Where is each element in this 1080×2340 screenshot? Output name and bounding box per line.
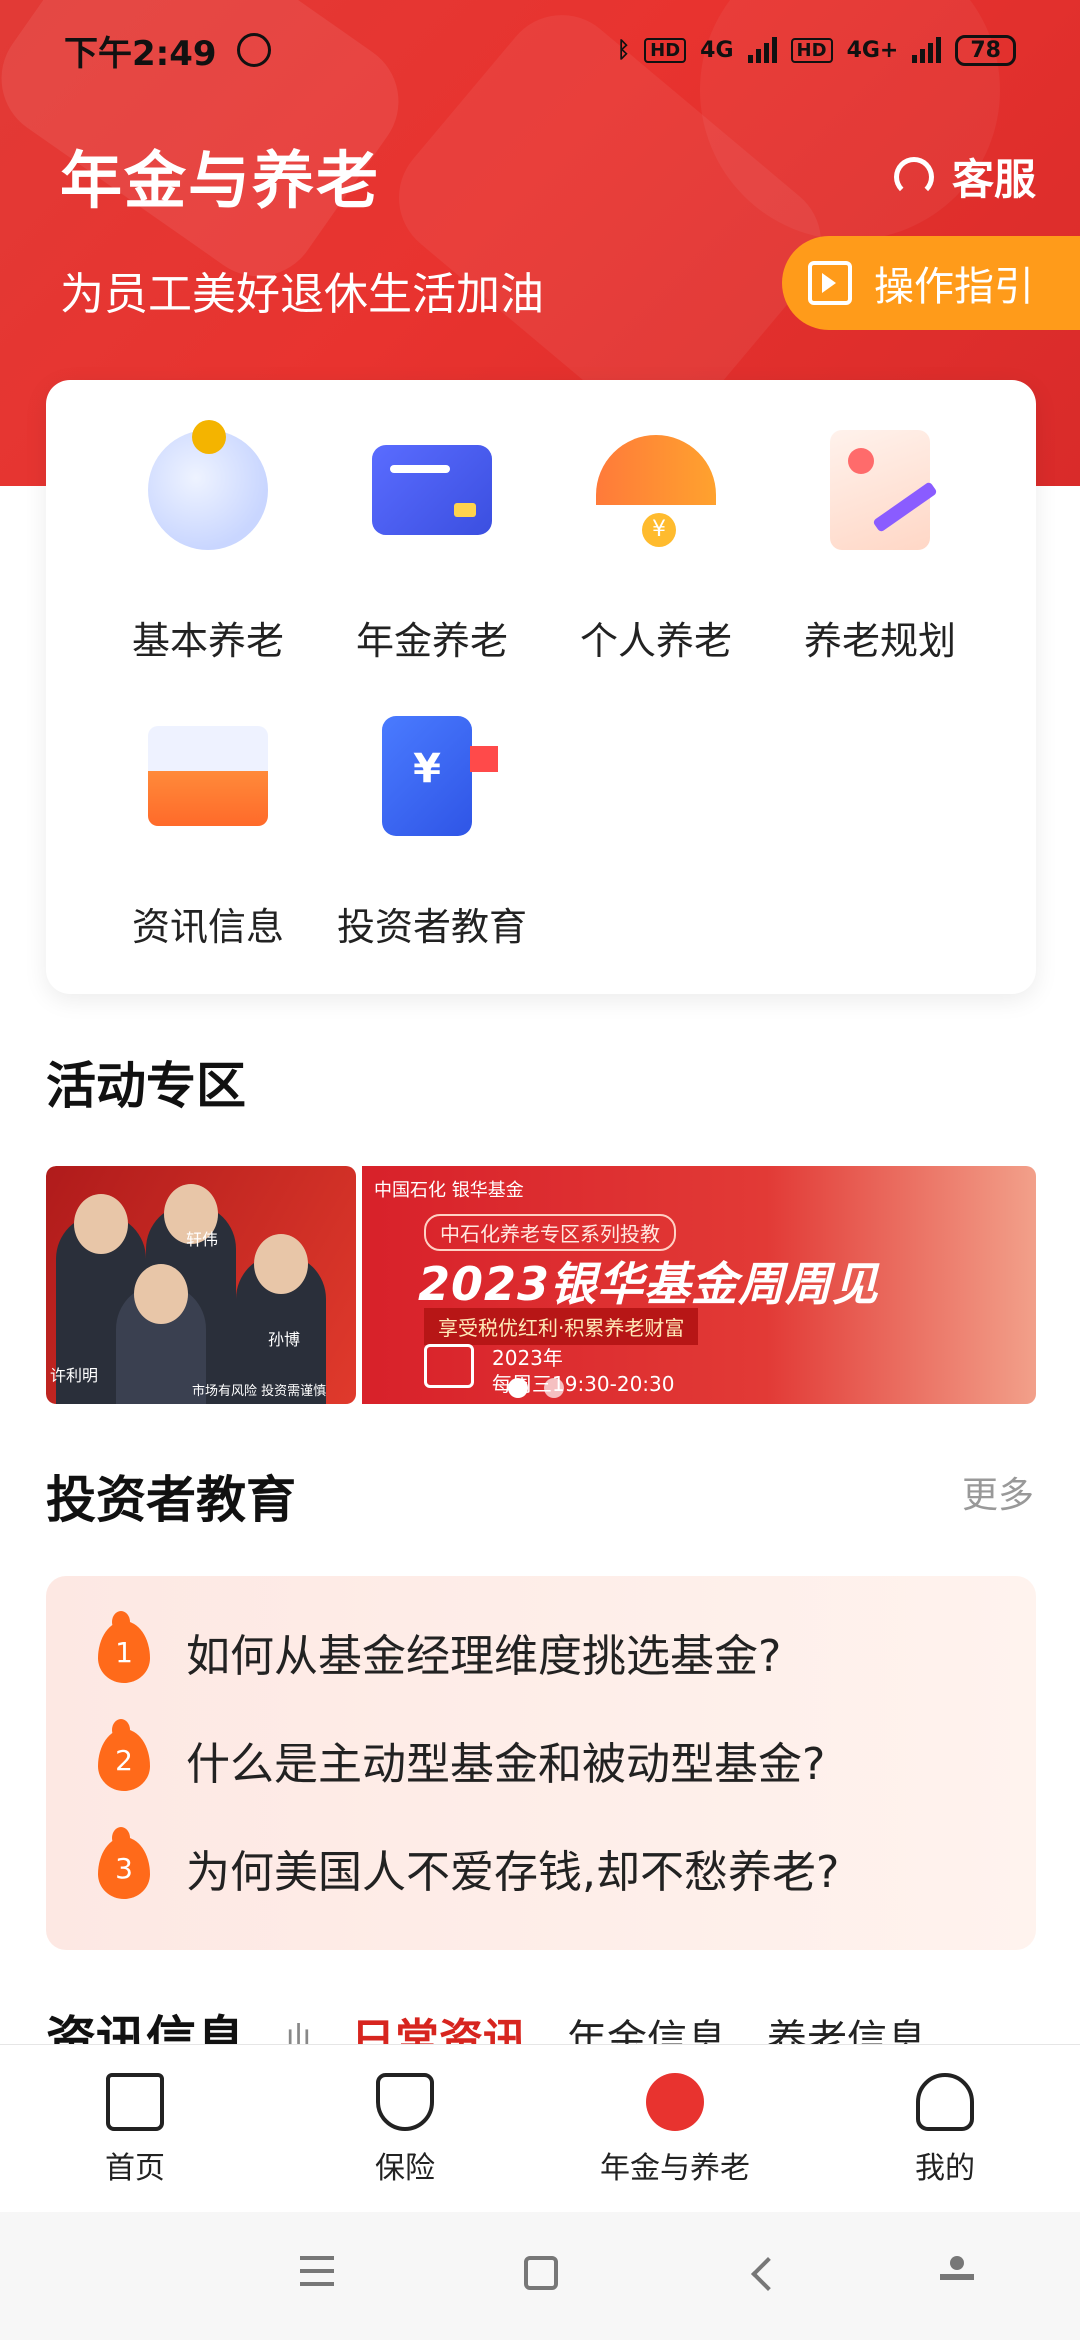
customer-service-button[interactable]: 客服: [893, 146, 1036, 207]
nav-mine[interactable]: 我的: [810, 2073, 1080, 2187]
calendar-icon: [424, 1344, 474, 1388]
piggy-bank-icon: [148, 420, 268, 550]
education-list: 1 如何从基金经理维度挑选基金? 2 什么是主动型基金和被动型基金? 3 为何美…: [46, 1576, 1036, 1950]
education-more-link[interactable]: 更多: [962, 1466, 1034, 1518]
education-item-text: 什么是主动型基金和被动型基金?: [186, 1739, 826, 1790]
nav-label: 年金与养老: [600, 2151, 750, 2186]
bluetooth-icon: ᛒ: [616, 37, 631, 63]
nav-home[interactable]: 首页: [0, 2073, 270, 2187]
alarm-icon: [236, 33, 271, 67]
banner-slogan: 享受税优红利·积累养老财富: [424, 1308, 699, 1345]
banner-headline: 2023银华基金周周见: [418, 1257, 880, 1311]
page: 下午2:49 ᛒ HD 4G HD 4G+ 78 年金与养老 为员工美好退休生活…: [0, 0, 1080, 2340]
page-subtitle: 为员工美好退休生活加油: [60, 269, 544, 320]
menu-icon[interactable]: [300, 2256, 334, 2286]
accessibility-icon[interactable]: [940, 2256, 974, 2296]
grid-item-label: 年金养老: [355, 619, 508, 663]
grid-item-label: 投资者教育: [336, 905, 527, 949]
home-square-icon[interactable]: [524, 2256, 558, 2290]
operation-guide-button[interactable]: 操作指引: [782, 236, 1080, 330]
back-icon[interactable]: [751, 2257, 785, 2291]
battery-icon: 78: [955, 34, 1016, 66]
umbrella-icon: [596, 435, 716, 547]
feature-card: 基本养老 年金养老 个人养老 养老规划 资讯信息 投资者教育: [46, 380, 1036, 994]
card-icon: [372, 445, 492, 535]
grid-item-label: 资讯信息: [131, 905, 284, 949]
signal-icon-2: [912, 37, 942, 63]
banner-tag: 中石化养老专区系列投教: [424, 1214, 676, 1251]
signal-icon: [747, 37, 777, 63]
activity-section-title: 活动专区: [46, 1057, 246, 1115]
education-section-title: 投资者教育: [46, 1471, 296, 1529]
guide-icon: [808, 261, 852, 305]
grid-item-label: 基本养老: [131, 619, 284, 663]
hd-badge: HD: [644, 37, 687, 63]
activity-banner[interactable]: 轩伟 许利明 孙博 市场有风险 投资需谨慎 中国石化 银华基金 中石化养老专区系…: [46, 1166, 1036, 1404]
nav-label: 保险: [375, 2151, 435, 2186]
flame-rank-icon: 3: [98, 1827, 150, 1899]
nav-label: 首页: [105, 2151, 165, 2186]
carousel-dot: [544, 1378, 564, 1398]
banner-speakers-slide: 轩伟 许利明 孙博 市场有风险 投资需谨慎: [46, 1166, 356, 1404]
shield-icon: [376, 2073, 434, 2131]
customer-service-label: 客服: [951, 155, 1036, 204]
home-icon: [106, 2073, 164, 2131]
list-item[interactable]: 1 如何从基金经理维度挑选基金?: [98, 1598, 1036, 1706]
grid-item-label: 养老规划: [803, 619, 956, 663]
speaker-name: 孙博: [268, 1330, 301, 1349]
plan-icon: [830, 430, 930, 550]
nav-pension[interactable]: 年金与养老: [540, 2073, 810, 2187]
operation-guide-label: 操作指引: [874, 264, 1034, 310]
list-item[interactable]: 2 什么是主动型基金和被动型基金?: [98, 1706, 1036, 1814]
flame-rank-icon: 1: [98, 1611, 150, 1683]
hd-badge-2: HD: [790, 37, 833, 63]
page-title: 年金与养老: [60, 144, 381, 217]
nav-insurance[interactable]: 保险: [270, 2073, 540, 2187]
network-label: 4G: [700, 37, 734, 63]
system-navigation-bar: [0, 2212, 1080, 2340]
headset-icon: [893, 156, 934, 197]
education-item-text: 如何从基金经理维度挑选基金?: [186, 1631, 782, 1682]
grid-item-label: 个人养老: [579, 619, 732, 663]
status-right: ᛒ HD 4G HD 4G+ 78: [616, 34, 1016, 66]
status-time: 下午2:49: [64, 33, 217, 74]
user-icon: [916, 2073, 974, 2131]
book-icon: [382, 716, 498, 836]
mail-icon: [148, 726, 268, 826]
speaker-name: 轩伟: [186, 1230, 219, 1249]
status-bar: 下午2:49 ᛒ HD 4G HD 4G+ 78: [0, 0, 1080, 100]
bottom-navigation: 首页 保险 年金与养老 我的: [0, 2044, 1080, 2212]
carousel-dot: [508, 1378, 528, 1398]
carousel-indicator: [508, 1378, 564, 1398]
education-item-text: 为何美国人不爱存钱,却不愁养老?: [186, 1847, 840, 1898]
speaker-name: 许利明: [50, 1366, 99, 1385]
nav-label: 我的: [915, 2151, 975, 2186]
pension-icon: [646, 2073, 704, 2131]
list-item[interactable]: 3 为何美国人不爱存钱,却不愁养老?: [98, 1814, 1036, 1922]
network-label-2: 4G+: [846, 37, 899, 63]
sponsor-logo: 中国石化 银华基金: [374, 1180, 524, 1201]
risk-note: 市场有风险 投资需谨慎: [192, 1384, 327, 1399]
flame-rank-icon: 2: [98, 1719, 150, 1791]
banner-year: 2023年: [492, 1346, 563, 1370]
banner-event-slide: 中国石化 银华基金 中石化养老专区系列投教 2023银华基金周周见 享受税优红利…: [362, 1166, 1036, 1404]
